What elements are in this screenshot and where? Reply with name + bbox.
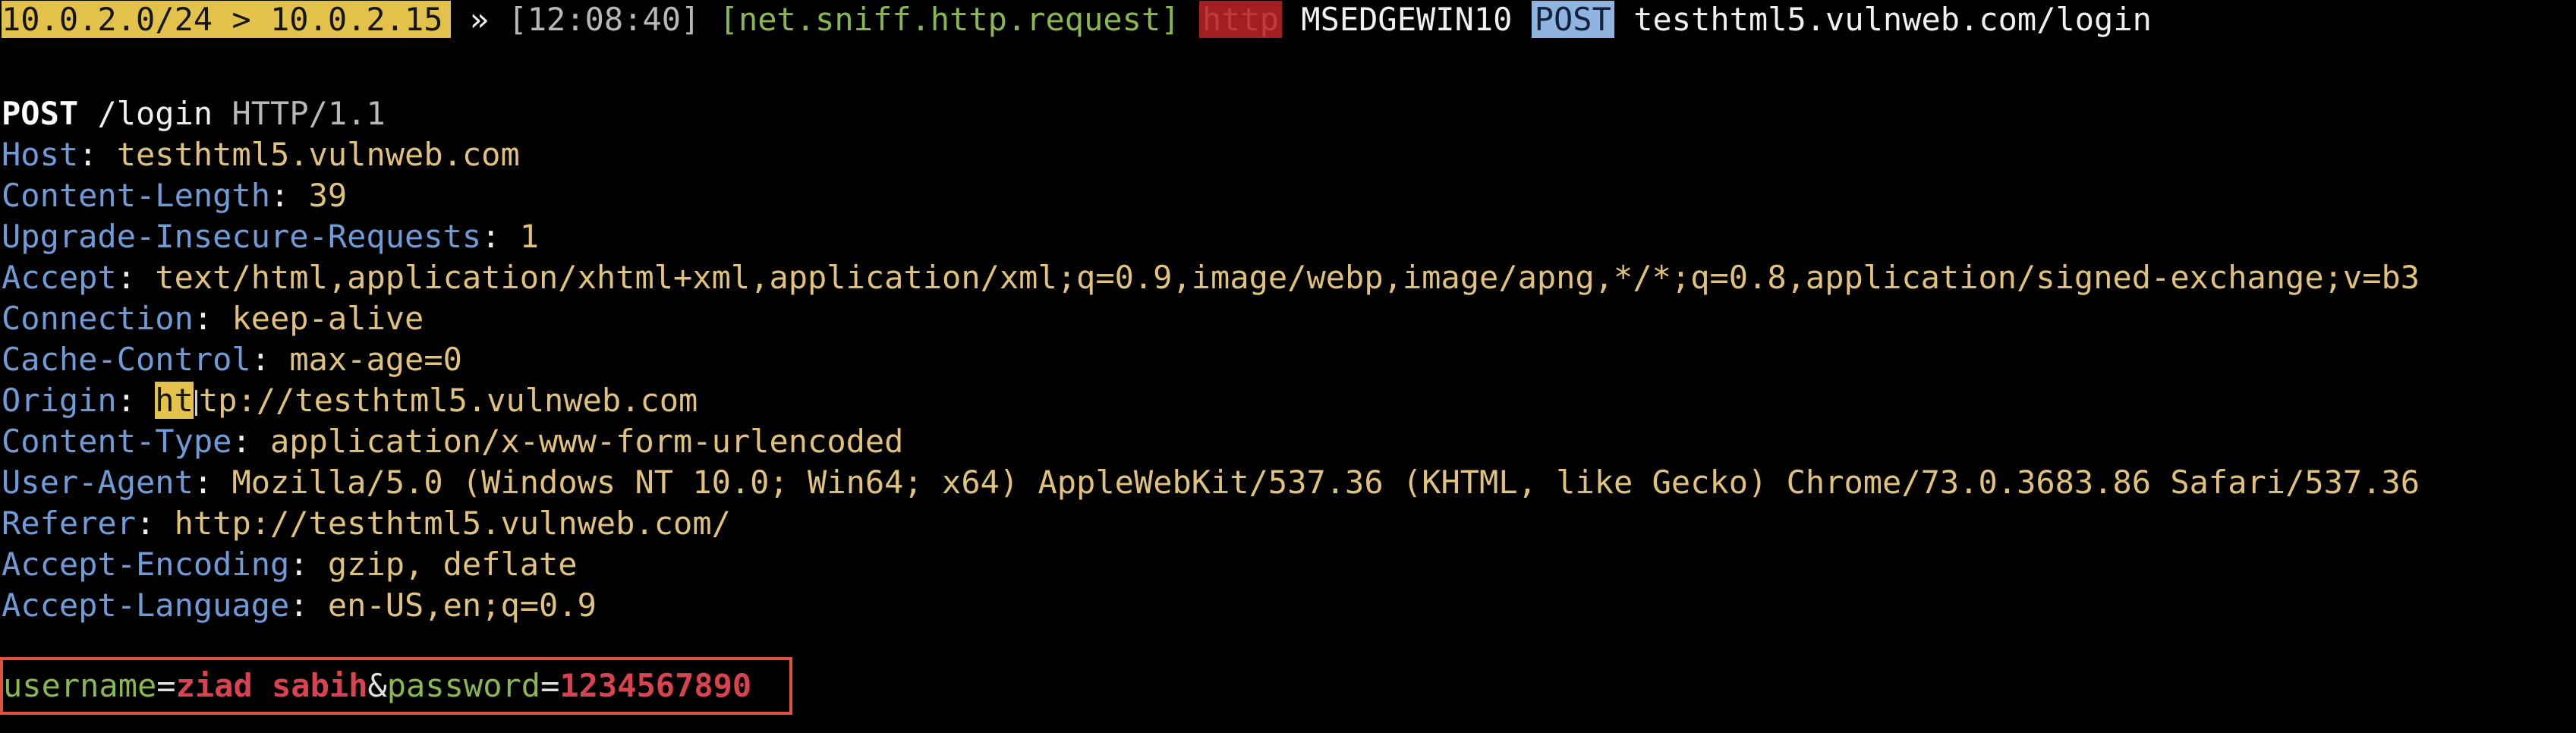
header-line: Referer: http://testhtml5.vulnweb.com/ xyxy=(2,505,731,542)
header-name: Accept-Encoding xyxy=(2,546,290,583)
header-name: Accept-Language xyxy=(2,587,290,624)
header-value: keep-alive xyxy=(231,300,424,337)
header-name: Connection xyxy=(2,300,194,337)
header-line: Connection: keep-alive xyxy=(2,300,424,337)
header-value: 39 xyxy=(308,177,348,214)
header-line: Content-Type: application/x-www-form-url… xyxy=(2,423,904,460)
header-line: Accept-Encoding: gzip, deflate xyxy=(2,546,578,583)
header-value: max-age=0 xyxy=(289,341,462,378)
client-host-name: MSEDGEWIN10 xyxy=(1301,1,1513,38)
protocol-badge: http xyxy=(1198,1,1282,38)
header-name: Cache-Control xyxy=(2,341,251,378)
header-value: 1 xyxy=(519,218,540,255)
equals-sign: = xyxy=(156,667,176,704)
text-cursor-icon xyxy=(194,389,197,416)
event-module: [net.sniff.http.request] xyxy=(719,1,1180,38)
header-name: User-Agent xyxy=(2,464,194,501)
header-line: Upgrade-Insecure-Requests: 1 xyxy=(2,218,540,255)
request-url: testhtml5.vulnweb.com/login xyxy=(1633,1,2152,38)
header-line: Content-Length: 39 xyxy=(2,177,348,214)
terminal-window: 10.0.2.0/24 > 10.0.2.15 » [12:08:40] [ne… xyxy=(0,0,2576,733)
header-name: Host xyxy=(2,136,79,173)
password-key: password xyxy=(386,667,541,704)
header-value: application/x-www-form-urlencoded xyxy=(270,423,904,460)
header-name: Accept xyxy=(2,259,117,296)
request-version: HTTP/1.1 xyxy=(231,95,386,132)
header-name: Content-Length xyxy=(2,177,271,214)
header-name: Upgrade-Insecure-Requests xyxy=(2,218,482,255)
header-value: en-US,en;q=0.9 xyxy=(327,587,597,624)
header-line: Accept: text/html,application/xhtml+xml,… xyxy=(2,259,2420,296)
ampersand: & xyxy=(367,667,387,704)
sniff-event-line: 10.0.2.0/24 > 10.0.2.15 » [12:08:40] [ne… xyxy=(2,0,2152,39)
header-line: Origin: ht tp://testhtml5.vulnweb.com xyxy=(2,382,698,419)
header-line: User-Agent: Mozilla/5.0 (Windows NT 10.0… xyxy=(2,464,2420,501)
event-timestamp: [12:08:40] xyxy=(508,1,701,38)
request-path: /login xyxy=(97,95,213,132)
target-range: 10.0.2.0/24 > 10.0.2.15 xyxy=(2,1,451,38)
header-name: Origin xyxy=(2,382,117,419)
username-value: ziad sabih xyxy=(175,667,368,704)
password-value: 1234567890 xyxy=(559,667,752,704)
header-value: text/html,application/xhtml+xml,applicat… xyxy=(155,259,2420,296)
username-key: username xyxy=(3,667,157,704)
prompt-arrow: » xyxy=(469,1,490,38)
header-line: Accept-Language: en-US,en;q=0.9 xyxy=(2,587,597,624)
header-value: http://testhtml5.vulnweb.com/ xyxy=(174,505,731,542)
header-value: gzip, deflate xyxy=(327,546,578,583)
request-method: POST xyxy=(2,95,79,132)
header-line: Host: testhtml5.vulnweb.com xyxy=(2,136,520,173)
header-value: testhtml5.vulnweb.com xyxy=(116,136,520,173)
header-line: Cache-Control: max-age=0 xyxy=(2,341,462,378)
request-line: POST /login HTTP/1.1 xyxy=(2,94,386,134)
equals-sign: = xyxy=(540,667,560,704)
header-value: tp://testhtml5.vulnweb.com xyxy=(198,382,698,419)
header-name: Referer xyxy=(2,505,137,542)
form-body-line: username=ziad sabih&password=1234567890 xyxy=(3,666,751,706)
header-value: Mozilla/5.0 (Windows NT 10.0; Win64; x64… xyxy=(231,464,2420,501)
text-selection[interactable]: ht xyxy=(155,382,194,419)
method-badge: POST xyxy=(1531,1,1614,38)
header-name: Content-Type xyxy=(2,423,232,460)
